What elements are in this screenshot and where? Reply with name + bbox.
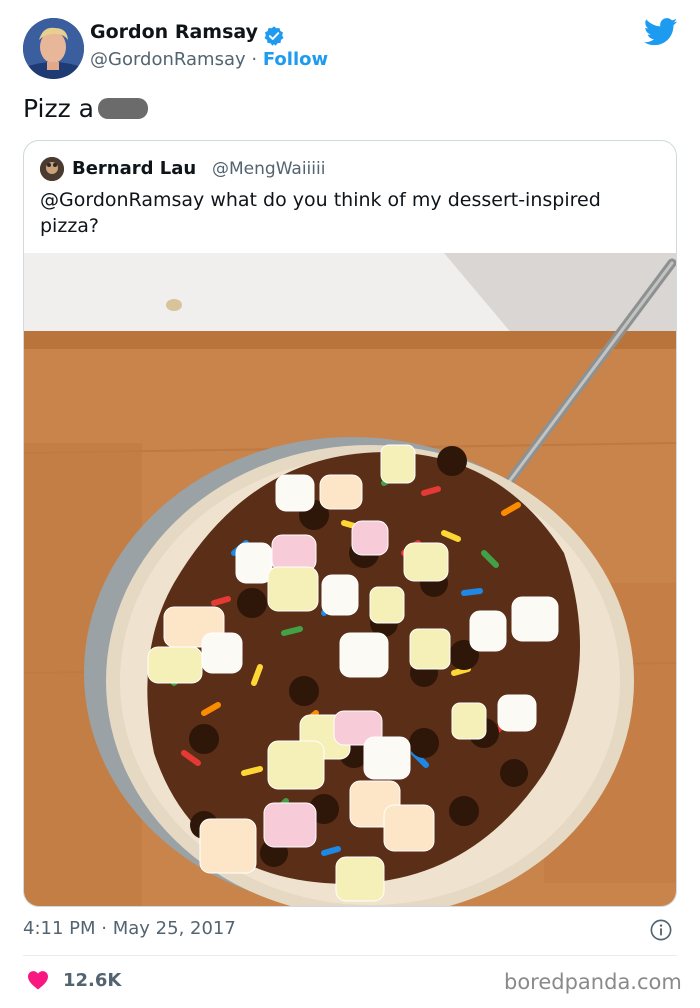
quoted-tweet[interactable]: Bernard Lau @MengWaiiiii @GordonRamsay w… (23, 140, 677, 907)
quoted-author-handle: @MengWaiiiii (212, 159, 326, 179)
tweet-card: Gordon Ramsay @GordonRamsay · Follow Piz… (0, 0, 700, 1008)
tweet-time: 4:11 PM (23, 918, 96, 939)
tweet-body: Pizz a (23, 94, 94, 123)
info-icon[interactable] (650, 919, 672, 941)
twitter-bird-icon[interactable] (644, 18, 678, 46)
handle-separator: · (251, 49, 258, 70)
pizza-photo[interactable] (24, 253, 677, 907)
quoted-tweet-text: @GordonRamsay what do you think of my de… (40, 189, 601, 237)
quoted-author-name: Bernard Lau (72, 158, 197, 179)
footer-divider (23, 955, 677, 956)
timestamp-separator: · (101, 918, 107, 939)
tweet-text: Pizz a (23, 94, 148, 123)
follow-button[interactable]: Follow (263, 49, 328, 70)
verified-badge-icon (264, 26, 284, 46)
source-watermark: boredpanda.com (504, 970, 682, 994)
tweet-date: May 25, 2017 (112, 918, 236, 939)
tweet-timestamp[interactable]: 4:11 PM · May 25, 2017 (23, 918, 236, 939)
author-name[interactable]: Gordon Ramsay (90, 21, 258, 43)
quoted-author-avatar (40, 157, 64, 181)
author-avatar[interactable] (23, 18, 84, 79)
author-handle-row: @GordonRamsay · Follow (90, 49, 328, 70)
heart-icon[interactable] (27, 970, 49, 990)
like-count[interactable]: 12.6K (63, 970, 121, 991)
censored-emoji-blur (97, 98, 148, 119)
author-handle[interactable]: @GordonRamsay (90, 49, 246, 70)
